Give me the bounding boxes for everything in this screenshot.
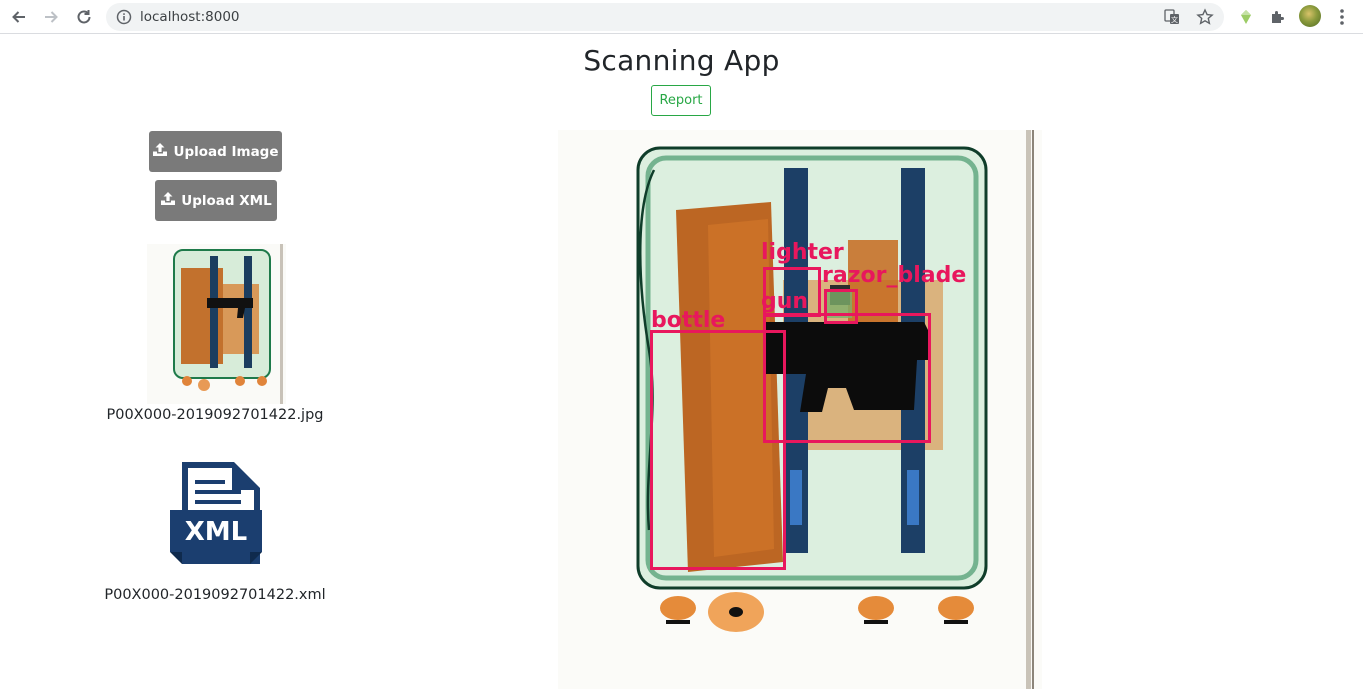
page-title: Scanning App bbox=[583, 44, 780, 77]
detection-label-gun: gun bbox=[761, 289, 809, 314]
upload-image-button[interactable]: Upload Image bbox=[149, 131, 282, 172]
uploaded-image-thumbnail[interactable] bbox=[147, 244, 286, 404]
xml-filename: P00X000-2019092701422.xml bbox=[104, 587, 326, 603]
upload-xml-label: Upload XML bbox=[181, 192, 272, 209]
info-icon[interactable] bbox=[116, 9, 132, 30]
detection-label-razor-blade: razor_blade bbox=[822, 263, 967, 288]
reload-icon[interactable] bbox=[73, 6, 95, 28]
profile-avatar[interactable] bbox=[1299, 5, 1321, 27]
translate-icon[interactable]: 文 bbox=[1164, 9, 1180, 30]
detection-box-gun[interactable] bbox=[763, 313, 931, 443]
url-text: localhost:8000 bbox=[140, 9, 240, 25]
xml-icon-text: XML bbox=[185, 517, 248, 547]
detection-label-lighter: lighter bbox=[761, 240, 844, 265]
svg-text:文: 文 bbox=[1171, 15, 1178, 24]
detection-label-bottle: bottle bbox=[651, 308, 726, 333]
upload-xml-button[interactable]: Upload XML bbox=[155, 180, 277, 221]
forward-icon[interactable] bbox=[40, 6, 62, 28]
upload-icon bbox=[160, 191, 176, 210]
scan-result-image: lighter razor_blade gun bottle bbox=[558, 130, 1042, 689]
xml-file-icon[interactable]: XML bbox=[168, 460, 264, 566]
extensions-puzzle-icon[interactable] bbox=[1267, 6, 1289, 28]
detection-box-bottle[interactable] bbox=[650, 330, 786, 570]
back-icon[interactable] bbox=[8, 6, 30, 28]
image-filename: P00X000-2019092701422.jpg bbox=[106, 407, 324, 423]
bookmark-star-icon[interactable] bbox=[1196, 8, 1214, 31]
report-button[interactable]: Report bbox=[651, 85, 711, 116]
upload-image-label: Upload Image bbox=[173, 143, 279, 160]
menu-kebab-icon[interactable] bbox=[1331, 6, 1353, 28]
address-bar[interactable]: localhost:8000 文 bbox=[106, 3, 1224, 31]
browser-toolbar: localhost:8000 文 bbox=[0, 0, 1363, 34]
upload-icon bbox=[152, 142, 168, 161]
extension-gem-icon[interactable] bbox=[1235, 6, 1257, 28]
